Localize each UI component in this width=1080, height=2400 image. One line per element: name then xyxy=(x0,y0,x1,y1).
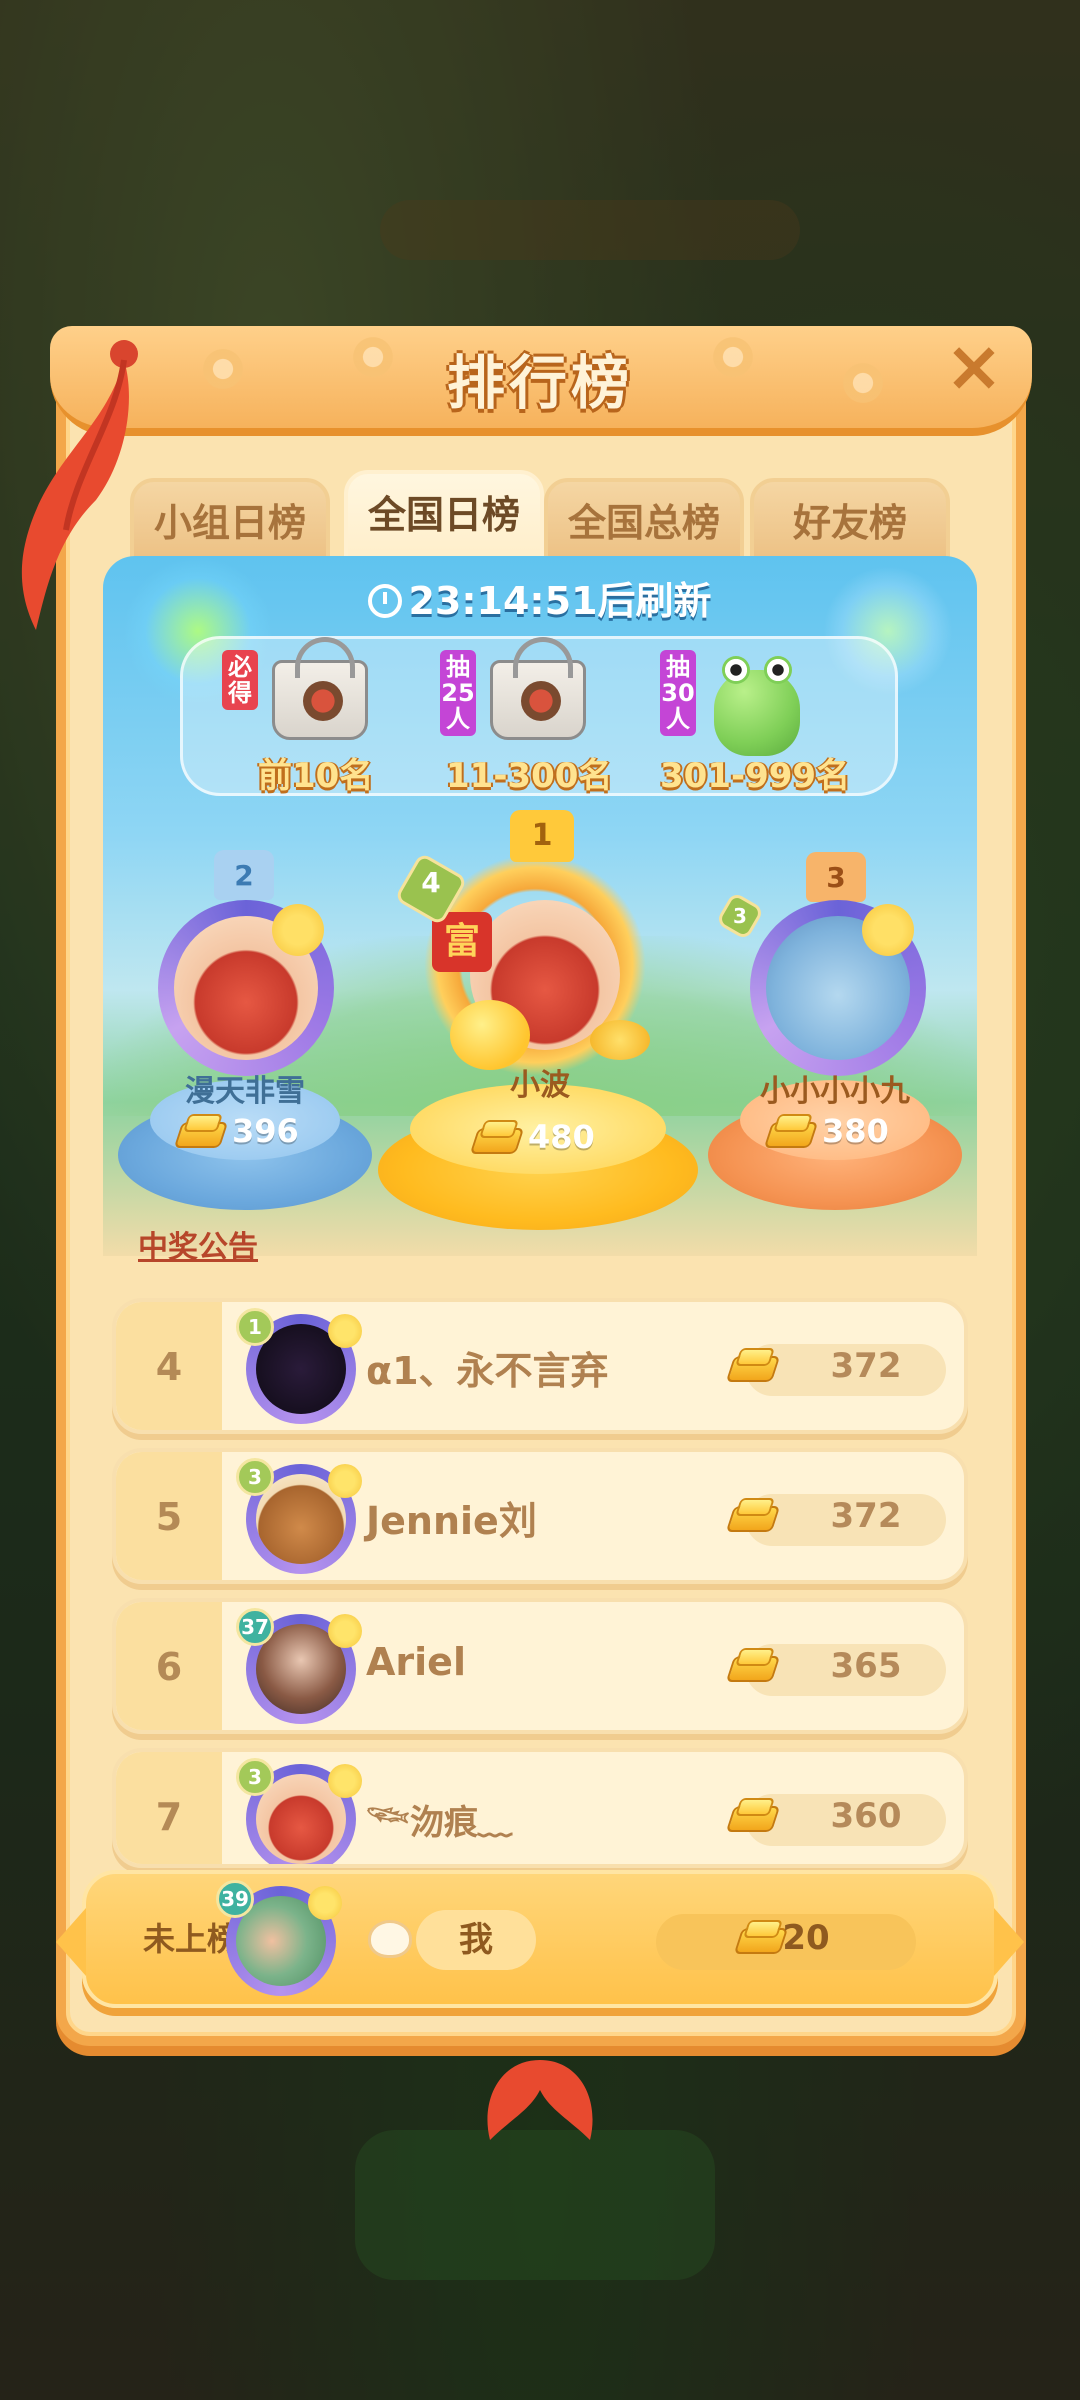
status-dot xyxy=(308,1886,342,1920)
list-item[interactable]: 4 1 α1、永不言弃 372 xyxy=(112,1298,968,1434)
avatar: 3 xyxy=(236,1458,362,1574)
tab-national-daily[interactable]: 全国日榜 xyxy=(344,470,544,568)
row-arrow-left xyxy=(56,1908,86,1976)
level-badge-text: 4 xyxy=(421,866,441,899)
frog-plush-icon xyxy=(714,656,800,756)
reward-range-label: 301-999名 xyxy=(660,756,851,796)
player-score: 365 xyxy=(830,1646,902,1686)
status-dot xyxy=(272,904,324,956)
podium-score-first: 480 xyxy=(470,1118,595,1156)
rank-number: 4 xyxy=(116,1302,222,1430)
reward-tag: 抽30人 xyxy=(660,650,696,736)
gold-coins-icon xyxy=(590,1020,650,1060)
podium-rank-first: 1 xyxy=(531,818,553,853)
crown-second-icon: 2 xyxy=(214,850,274,900)
player-name: Jennie刘 xyxy=(366,1499,537,1543)
my-rank-row[interactable]: 未上榜 39 我 20 xyxy=(56,1870,1024,2008)
reward-tag: 必得 xyxy=(222,650,258,710)
tote-bag-icon xyxy=(490,637,586,740)
status-dot xyxy=(328,1614,362,1648)
level-badge: 37 xyxy=(236,1608,274,1646)
reward-range-label: 11-300名 xyxy=(446,756,613,796)
rank-number: 5 xyxy=(116,1452,222,1580)
podium-rank-third: 3 xyxy=(826,861,846,894)
list-item[interactable]: 5 3 Jennie刘 372 xyxy=(112,1448,968,1584)
gold-bar-icon xyxy=(726,1648,784,1682)
timer-suffix: 后刷新 xyxy=(597,579,712,623)
rabbit-icon xyxy=(368,1920,412,1958)
status-dot xyxy=(328,1764,362,1798)
level-badge: 3 xyxy=(236,1458,274,1496)
podium-score-second: 396 xyxy=(174,1112,299,1150)
gold-bar-icon xyxy=(726,1348,784,1382)
list-item[interactable]: 6 37 Ariel 365 xyxy=(112,1598,968,1734)
rank-number: 6 xyxy=(116,1602,222,1730)
podium-name-second: 漫天非雪 xyxy=(185,1074,305,1109)
list-item[interactable]: 7 3 𓆝沕痕﹏ 360 xyxy=(112,1748,968,1868)
gold-bar-icon xyxy=(470,1120,520,1154)
my-name: 我 xyxy=(416,1910,536,1970)
player-score: 372 xyxy=(830,1496,902,1536)
clock-icon xyxy=(368,584,403,618)
level-badge-text: 3 xyxy=(733,904,747,928)
reward-range-label: 前10名 xyxy=(258,756,374,796)
podium-score-third: 380 xyxy=(764,1112,889,1150)
avatar: 37 xyxy=(236,1608,362,1724)
gold-bar-icon xyxy=(174,1114,224,1148)
player-name: Ariel xyxy=(366,1640,466,1684)
tab-national-total[interactable]: 全国总榜 xyxy=(544,478,744,568)
winner-announcement-link[interactable]: 中奖公告 xyxy=(138,1222,258,1266)
tab-friends[interactable]: 好友榜 xyxy=(750,478,950,568)
player-score: 372 xyxy=(830,1346,902,1386)
ribbon-decoration-bottom xyxy=(487,2060,593,2140)
podium-name-third: 小小小小九 xyxy=(760,1074,910,1109)
tote-bag-icon xyxy=(272,637,368,740)
podium-rank-second: 2 xyxy=(234,859,254,892)
podium-name-first: 小波 xyxy=(510,1068,570,1103)
timer-value: 23:14:51 xyxy=(408,579,598,623)
player-score: 360 xyxy=(830,1796,902,1836)
gold-bar-icon xyxy=(764,1114,814,1148)
my-score: 20 xyxy=(782,1918,830,1958)
crown-first-icon: 1 xyxy=(510,810,574,862)
status-dot xyxy=(862,904,914,956)
level-badge: 3 xyxy=(236,1758,274,1796)
my-avatar: 39 xyxy=(216,1880,342,1996)
status-dot xyxy=(328,1314,362,1348)
avatar: 1 xyxy=(236,1308,362,1424)
level-badge: 1 xyxy=(236,1308,274,1346)
reward-tag: 抽25人 xyxy=(440,650,476,736)
row-arrow-right xyxy=(994,1908,1024,1976)
crown-third-icon: 3 xyxy=(806,852,866,902)
panel-title: 排行榜 xyxy=(446,349,633,417)
refresh-timer: 23:14:51后刷新 xyxy=(0,570,1080,625)
avatar: 3 xyxy=(236,1758,362,1864)
player-name: α1、永不言弃 xyxy=(366,1349,609,1393)
level-badge: 39 xyxy=(216,1880,254,1918)
status-dot xyxy=(328,1464,362,1498)
close-icon: × xyxy=(944,325,1004,407)
tab-group-daily[interactable]: 小组日榜 xyxy=(130,478,330,568)
gold-bar-icon xyxy=(726,1798,784,1832)
player-name: 𓆝沕痕﹏ xyxy=(366,1803,512,1843)
gold-bar-icon xyxy=(726,1498,784,1532)
tab-bar: 小组日榜 全国日榜 全国总榜 好友榜 xyxy=(130,470,950,568)
close-button[interactable]: × xyxy=(944,331,1004,401)
rank-number: 7 xyxy=(116,1752,222,1864)
